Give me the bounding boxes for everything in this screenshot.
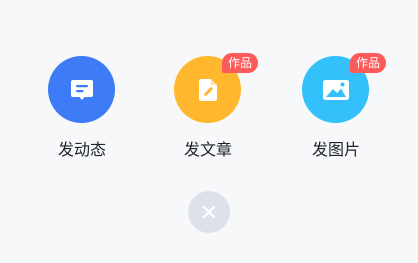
works-badge: 作品: [350, 53, 387, 73]
edit-document-icon: [198, 78, 217, 101]
close-button[interactable]: [188, 191, 230, 233]
image-icon: [322, 79, 349, 100]
message-list-icon: [70, 79, 93, 100]
post-moment-icon-circle: [48, 56, 115, 123]
works-badge: 作品: [222, 53, 259, 73]
post-article-label: 发文章: [183, 140, 232, 159]
post-image-button[interactable]: 作品 发图片: [281, 53, 391, 165]
post-moment-button[interactable]: 发动态: [27, 55, 137, 165]
post-moment-label: 发动态: [57, 140, 106, 159]
publish-sheet: 发动态 作品 发文章 作品 发图片: [0, 0, 418, 263]
publish-actions: 发动态 作品 发文章 作品 发图片: [0, 53, 418, 165]
post-article-button[interactable]: 作品 发文章: [153, 53, 263, 165]
post-image-label: 发图片: [311, 140, 360, 159]
close-icon: [202, 205, 216, 219]
